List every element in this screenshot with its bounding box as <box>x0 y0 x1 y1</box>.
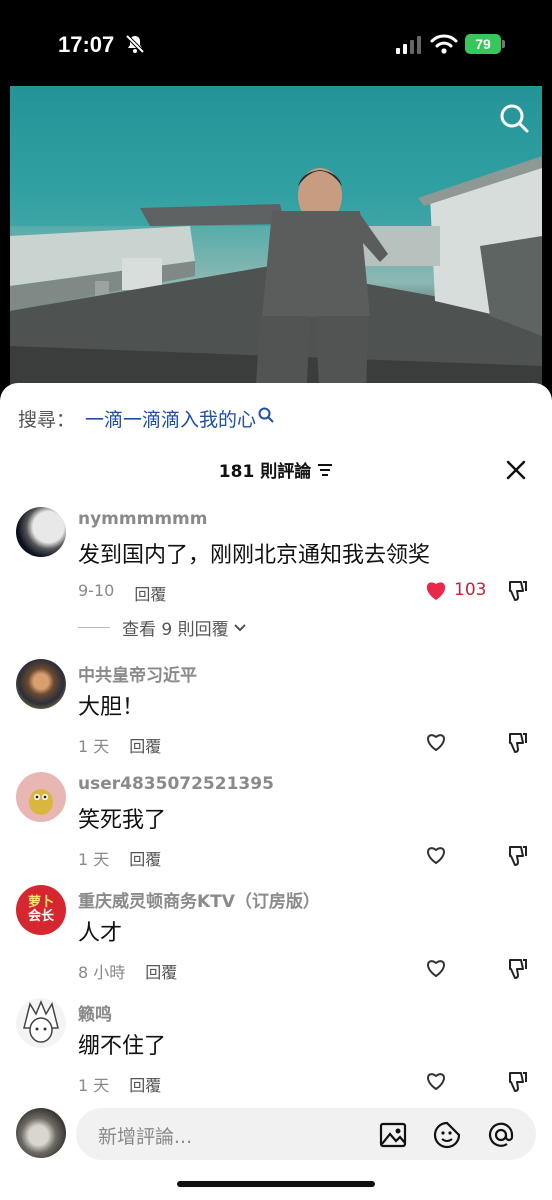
comments-header: 181 則評論 <box>0 455 552 485</box>
dislike-icon[interactable] <box>506 844 530 868</box>
reply-button[interactable]: 回覆 <box>129 846 161 870</box>
video-frame <box>10 86 542 402</box>
wifi-icon <box>430 34 458 54</box>
comment-input[interactable]: 新增評論... <box>76 1108 536 1160</box>
comment-username[interactable]: nymmmmmm <box>78 509 207 529</box>
search-label: 搜尋： <box>18 409 76 431</box>
comment-meta: 1 天 回覆 <box>78 733 161 757</box>
avatar[interactable]: 萝卜 会长 <box>16 885 66 935</box>
my-avatar[interactable] <box>16 1108 66 1158</box>
like-count: 103 <box>454 580 487 600</box>
avatar-illustration <box>29 789 53 815</box>
comment-meta: 9-10 回覆 <box>78 581 166 605</box>
like-button[interactable] <box>424 731 448 753</box>
comment-time: 9-10 <box>78 581 115 600</box>
avatar[interactable] <box>16 772 66 822</box>
comment-text: 笑死我了 <box>78 808 167 833</box>
avatar-text-line: 会长 <box>27 909 54 924</box>
comment-time: 1 天 <box>78 737 110 756</box>
avatar-illustration <box>23 1000 59 1043</box>
mention-icon[interactable] <box>486 1120 516 1150</box>
avatar[interactable] <box>16 998 66 1048</box>
dislike-icon[interactable] <box>506 1070 530 1094</box>
heart-outline-icon <box>427 1073 445 1091</box>
comment-input-placeholder: 新增評論... <box>98 1126 193 1148</box>
silent-bell-icon <box>125 34 145 54</box>
comment-username[interactable]: 籁鸣 <box>78 1000 112 1025</box>
battery-indicator: 79 <box>465 34 501 54</box>
avatar-text-line: 萝卜 <box>27 895 54 911</box>
comment-time: 1 天 <box>78 850 110 869</box>
home-indicator <box>177 1181 375 1187</box>
dislike-icon[interactable] <box>506 957 530 981</box>
divider <box>78 627 110 628</box>
reply-button[interactable]: 回覆 <box>129 733 161 757</box>
avatar[interactable] <box>16 507 66 557</box>
reply-button[interactable]: 回覆 <box>145 959 177 983</box>
comment-meta: 1 天 回覆 <box>78 1072 161 1096</box>
like-button[interactable] <box>424 844 448 866</box>
reply-button[interactable]: 回覆 <box>129 1072 161 1096</box>
heart-outline-icon <box>427 960 445 978</box>
search-term-link[interactable]: 一滴一滴滴入我的心 <box>85 405 256 432</box>
comment-time: 1 天 <box>78 1076 110 1095</box>
comment-username[interactable]: 重庆威灵顿商务KTV（订房版） <box>78 887 320 912</box>
cellular-signal-icon <box>396 36 421 54</box>
status-bar: 17:07 79 <box>0 0 552 86</box>
comments-sheet: 搜尋： 一滴一滴滴入我的心 181 則評論 nymmmmmm 发到国内了，刚刚北… <box>0 383 552 1200</box>
comment-time: 8 小時 <box>78 963 126 982</box>
comment-username[interactable]: user4835072521395 <box>78 774 274 794</box>
sort-filter-icon[interactable] <box>317 463 333 477</box>
battery-level: 79 <box>475 36 491 52</box>
heart-filled-icon <box>426 582 446 600</box>
like-button[interactable]: 103 <box>424 579 486 601</box>
comment-text: 大胆！ <box>78 695 145 720</box>
view-replies-label: 查看 9 則回覆 <box>122 620 229 640</box>
like-button[interactable] <box>424 1070 448 1092</box>
comment-username[interactable]: 中共皇帝习近平 <box>78 661 197 686</box>
status-time: 17:07 <box>58 32 115 57</box>
view-replies-button[interactable]: 查看 9 則回覆 <box>78 615 247 640</box>
image-icon[interactable] <box>378 1120 408 1150</box>
comment-text: 绷不住了 <box>78 1034 167 1059</box>
comment-text: 人才 <box>78 921 123 946</box>
avatar[interactable] <box>16 659 66 709</box>
comment-count: 181 則評論 <box>218 462 312 482</box>
heart-outline-icon <box>427 734 445 752</box>
search-suggestion[interactable]: 搜尋： 一滴一滴滴入我的心 <box>18 405 274 432</box>
sticker-icon[interactable] <box>432 1120 462 1150</box>
video-search-icon[interactable] <box>498 102 530 134</box>
reply-button[interactable]: 回覆 <box>134 581 166 605</box>
dislike-icon[interactable] <box>506 731 530 755</box>
comment-meta: 8 小時 回覆 <box>78 959 177 983</box>
search-icon <box>258 407 274 423</box>
heart-outline-icon <box>427 847 445 865</box>
comment-meta: 1 天 回覆 <box>78 846 161 870</box>
dislike-icon[interactable] <box>506 579 530 603</box>
comment-text: 发到国内了，刚刚北京通知我去领奖 <box>78 543 431 568</box>
close-icon[interactable] <box>505 459 527 481</box>
video-player[interactable] <box>10 86 542 402</box>
chevron-down-icon <box>233 623 246 631</box>
battery-tip <box>502 40 505 48</box>
like-button[interactable] <box>424 957 448 979</box>
